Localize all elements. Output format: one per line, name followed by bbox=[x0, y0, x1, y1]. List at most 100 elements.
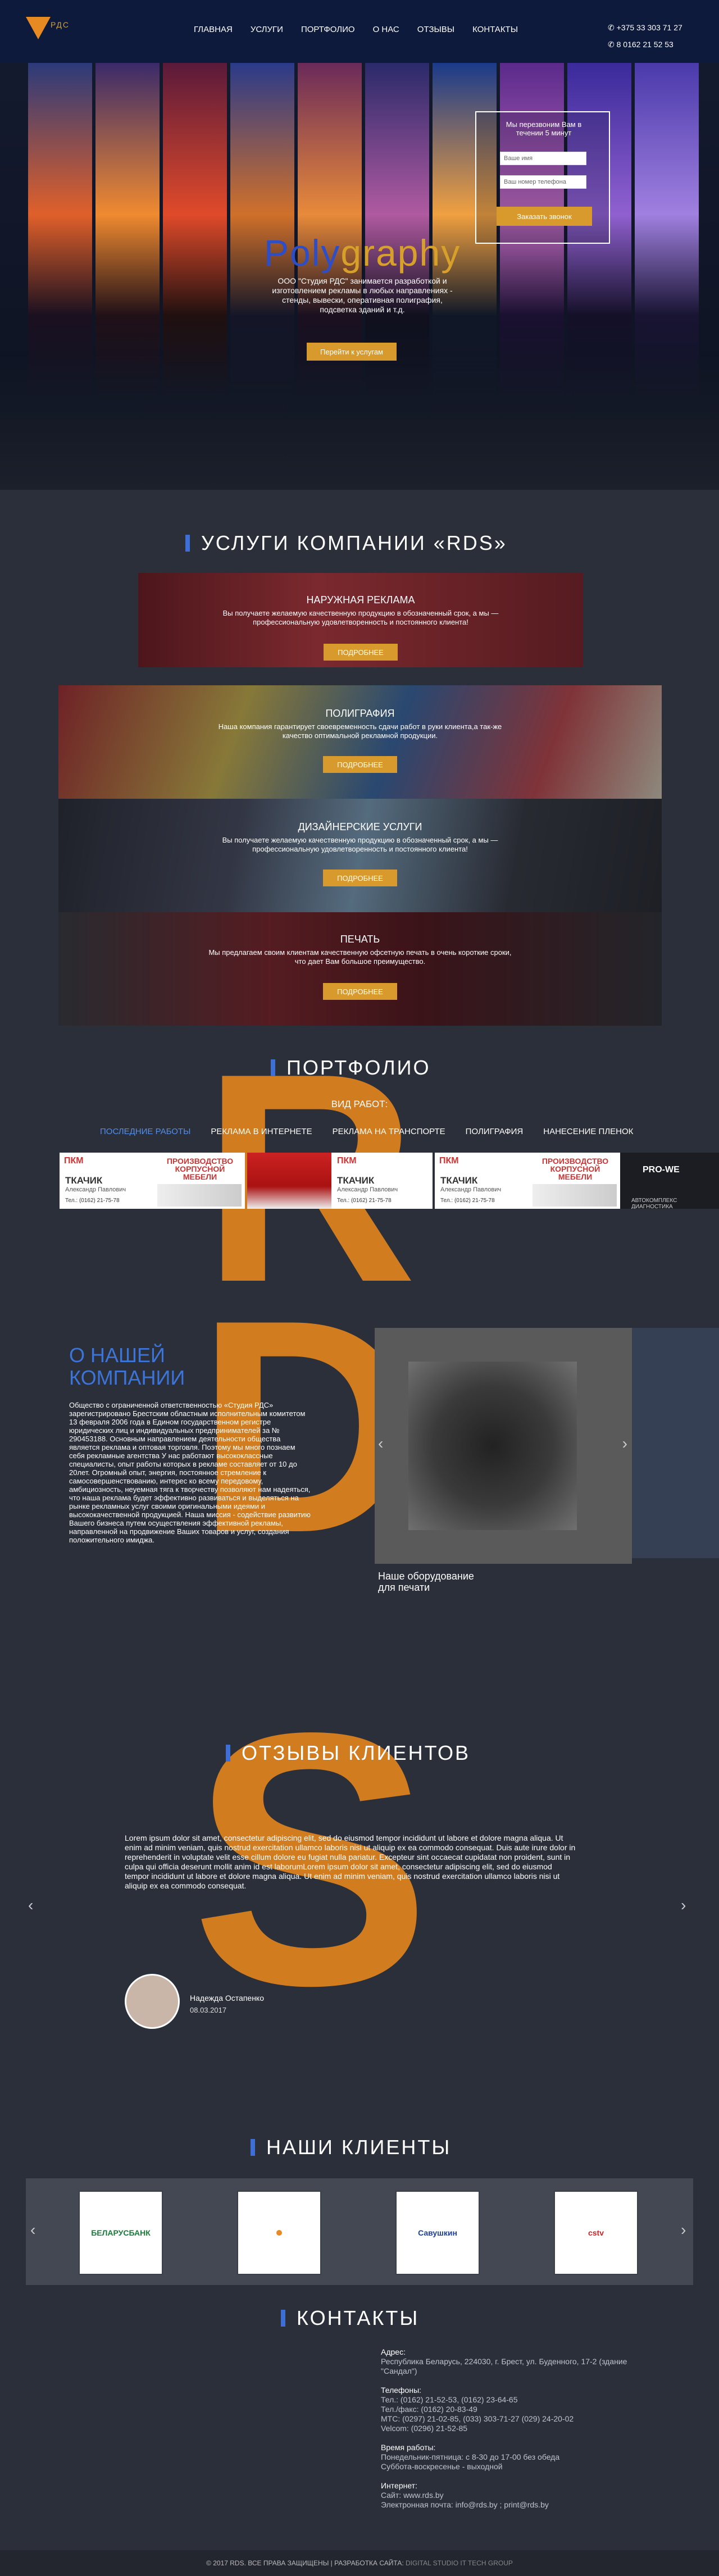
phone-input[interactable]: Ваш номер телефона bbox=[500, 175, 586, 189]
card-phones: Тел.: (0162) 21-75-78 bbox=[337, 1198, 392, 1204]
hero-photo-strip bbox=[95, 63, 160, 400]
hero-section: Polygraphy ООО "Студия РДС" занимается р… bbox=[0, 63, 719, 490]
callback-form: Мы перезвоним Вам в течении 5 минут Ваше… bbox=[475, 111, 610, 244]
phone-landline[interactable]: ✆ 8 0162 21 52 53 bbox=[608, 36, 682, 53]
nav-reviews[interactable]: ОТЗЫВЫ bbox=[417, 25, 454, 34]
site-link[interactable]: Сайт: www.rds.by bbox=[381, 2491, 662, 2500]
chevron-left-icon[interactable]: ‹ bbox=[30, 2221, 35, 2239]
tab-films[interactable]: НАНЕСЕНИЕ ПЛЕНОК bbox=[543, 1127, 633, 1136]
card-name: ТКАЧИК bbox=[440, 1175, 478, 1186]
card-person: Александр Павлович bbox=[65, 1186, 126, 1193]
hours-label: Время работы: bbox=[381, 2443, 436, 2452]
chevron-right-icon[interactable]: › bbox=[681, 1896, 686, 1914]
nav-portfolio[interactable]: ПОРТФОЛИО bbox=[301, 25, 355, 34]
nav-contacts[interactable]: КОНТАКТЫ bbox=[472, 25, 518, 34]
phone-icon: ✆ bbox=[608, 23, 617, 32]
title-bar bbox=[226, 1745, 230, 1762]
phone-line[interactable]: МТС: (0297) 21-02-85, (033) 303-71-27 (0… bbox=[381, 2414, 662, 2424]
card-phones: Тел.: (0162) 21-75-78 bbox=[65, 1198, 120, 1204]
tab-latest[interactable]: ПОСЛЕДНИЕ РАБОТЫ bbox=[100, 1127, 190, 1136]
hero-description: ООО "Студия РДС" занимается разработкой … bbox=[272, 276, 453, 314]
card-image bbox=[157, 1184, 242, 1207]
service-title: ПОЛИГРАФИЯ bbox=[325, 708, 395, 719]
nav-services[interactable]: УСЛУГИ bbox=[251, 25, 283, 34]
hero-photo-strip bbox=[163, 63, 227, 400]
address-label: Адрес: bbox=[381, 2347, 406, 2356]
client-logo-belarusbank[interactable]: БЕЛАРУСБАНК bbox=[79, 2191, 163, 2275]
hours-line: Суббота-воскресенье - выходной bbox=[381, 2462, 503, 2471]
phone-line[interactable]: Тел./факс: (0162) 20-83-49 bbox=[381, 2405, 662, 2414]
service-title: НАРУЖНАЯ РЕКЛАМА bbox=[306, 594, 415, 606]
services-title: УСЛУГИ КОМПАНИИ «RDS» bbox=[185, 531, 507, 555]
tab-internet[interactable]: РЕКЛАМА В ИНТЕРНЕТЕ bbox=[211, 1127, 312, 1136]
card-image bbox=[533, 1184, 617, 1207]
address-value: Республика Беларусь, 224030, г. Брест, у… bbox=[381, 2357, 627, 2375]
details-button[interactable]: ПОДРОБНЕЕ bbox=[324, 644, 398, 661]
card-tagline: АВТОКОМПЛЕКС ДИАГНОСТИКА bbox=[631, 1198, 677, 1209]
card-name: ТКАЧИК bbox=[65, 1175, 103, 1186]
internet-label: Интернет: bbox=[381, 2481, 417, 2490]
details-button[interactable]: ПОДРОБНЕЕ bbox=[323, 756, 397, 773]
client-logo-savushkin[interactable]: Савушкин bbox=[395, 2191, 480, 2275]
client-logo-cstv[interactable]: cstv bbox=[554, 2191, 638, 2275]
card-brand: ПКМ bbox=[64, 1156, 84, 1166]
logo-text: РДС bbox=[51, 20, 70, 29]
logo[interactable]: РДС bbox=[26, 17, 76, 46]
service-print[interactable]: ПЕЧАТЬ Мы предлагаем своим клиентам каче… bbox=[58, 912, 662, 1026]
site-footer: © 2017 RDS. ВСЕ ПРАВА ЗАЩИЩЕНЫ | РАЗРАБО… bbox=[0, 2550, 719, 2576]
tab-transport[interactable]: РЕКЛАМА НА ТРАНСПОРТЕ bbox=[333, 1127, 445, 1136]
service-title: ПЕЧАТЬ bbox=[340, 934, 380, 945]
portfolio-card[interactable]: ПКМ ТКАЧИК Александр Павлович Тел.: (016… bbox=[60, 1153, 245, 1209]
details-button[interactable]: ПОДРОБНЕЕ bbox=[323, 983, 397, 1000]
phone-mobile[interactable]: ✆ +375 33 303 71 27 bbox=[608, 19, 682, 36]
card-person: Александр Павлович bbox=[337, 1186, 398, 1193]
card-phones: Тел.: (0162) 21-75-78 bbox=[440, 1198, 495, 1204]
title-bar bbox=[185, 535, 190, 552]
tab-polygraphy[interactable]: ПОЛИГРАФИЯ bbox=[466, 1127, 524, 1136]
service-text: Вы получаете желаемую качественную проду… bbox=[222, 609, 499, 626]
service-text: Наша компания гарантирует своевременност… bbox=[218, 722, 502, 740]
client-logo-orange-mark[interactable] bbox=[237, 2191, 321, 2275]
nav-about[interactable]: О НАС bbox=[373, 25, 399, 34]
hero-photo-strip bbox=[635, 63, 699, 400]
order-call-button[interactable]: Заказать звонок bbox=[497, 207, 592, 226]
title-bar bbox=[251, 2139, 255, 2156]
service-design[interactable]: ДИЗАЙНЕРСКИЕ УСЛУГИ Вы получаете желаему… bbox=[58, 799, 662, 912]
reviews-title: ОТЗЫВЫ КЛИЕНТОВ bbox=[226, 1741, 470, 1765]
phone-icon: ✆ bbox=[608, 40, 617, 49]
card-brand: PRO-WE bbox=[643, 1165, 680, 1175]
card-brand: ПКМ bbox=[337, 1156, 357, 1166]
name-input[interactable]: Ваше имя bbox=[500, 152, 586, 165]
portfolio-card[interactable]: ПКМ ТКАЧИК Александр Павлович Тел.: (016… bbox=[435, 1153, 620, 1209]
card-brand: ПКМ bbox=[439, 1156, 459, 1166]
hours-line: Понедельник-пятница: с 8-30 до 17-00 без… bbox=[381, 2452, 560, 2461]
service-printing-poly[interactable]: ПОЛИГРАФИЯ Наша компания гарантирует сво… bbox=[58, 685, 662, 799]
service-title: ДИЗАЙНЕРСКИЕ УСЛУГИ bbox=[298, 821, 422, 832]
chevron-left-icon[interactable]: ‹ bbox=[28, 1896, 33, 1914]
email-link[interactable]: Электронная почта: info@rds.by ; print@r… bbox=[381, 2500, 662, 2510]
service-outdoor[interactable]: НАРУЖНАЯ РЕКЛАМА Вы получаете желаемую к… bbox=[138, 573, 583, 667]
portfolio-subtitle: ВИД РАБОТ: bbox=[331, 1099, 388, 1109]
portfolio-card[interactable]: PRO-WE АВТОКОМПЛЕКС ДИАГНОСТИКА bbox=[620, 1153, 719, 1209]
hero-title: Polygraphy bbox=[264, 232, 461, 274]
nav-home[interactable]: ГЛАВНАЯ bbox=[194, 25, 233, 34]
card-tagline: ПРОИЗВОДСТВО КОРПУСНОЙ МЕБЕЛИ bbox=[166, 1157, 234, 1181]
go-to-services-button[interactable]: Перейти к услугам bbox=[307, 343, 397, 361]
phone-line[interactable]: Тел.: (0162) 21-52-53, (0162) 23-64-65 bbox=[381, 2395, 662, 2405]
equipment-photo[interactable]: ‹ › bbox=[375, 1328, 632, 1564]
contacts-block: Адрес: Республика Беларусь, 224030, г. Б… bbox=[381, 2347, 662, 2519]
chevron-right-icon[interactable]: › bbox=[681, 2221, 686, 2239]
phones-label: Телефоны: bbox=[381, 2386, 422, 2395]
contacts-title: КОНТАКТЫ bbox=[281, 2306, 419, 2330]
developer-link[interactable]: DIGITAL STUDIO IT TECH GROUP bbox=[406, 2559, 513, 2567]
orange-dot-icon bbox=[276, 2230, 282, 2236]
card-tagline: ПРОИЗВОДСТВО КОРПУСНОЙ МЕБЕЛИ bbox=[541, 1157, 609, 1181]
details-button[interactable]: ПОДРОБНЕЕ bbox=[323, 870, 397, 886]
logo-triangle-icon bbox=[26, 17, 51, 39]
phone-line[interactable]: Velcom: (0296) 21-52-85 bbox=[381, 2424, 662, 2433]
chevron-right-icon[interactable]: › bbox=[622, 1435, 627, 1453]
chevron-left-icon[interactable]: ‹ bbox=[378, 1435, 383, 1453]
service-text: Мы предлагаем своим клиентам качественну… bbox=[208, 948, 512, 966]
portfolio-card[interactable]: ПКМ ТКАЧИК Александр Павлович Тел.: (016… bbox=[247, 1153, 433, 1209]
portfolio-title: ПОРТФОЛИО bbox=[271, 1056, 431, 1080]
